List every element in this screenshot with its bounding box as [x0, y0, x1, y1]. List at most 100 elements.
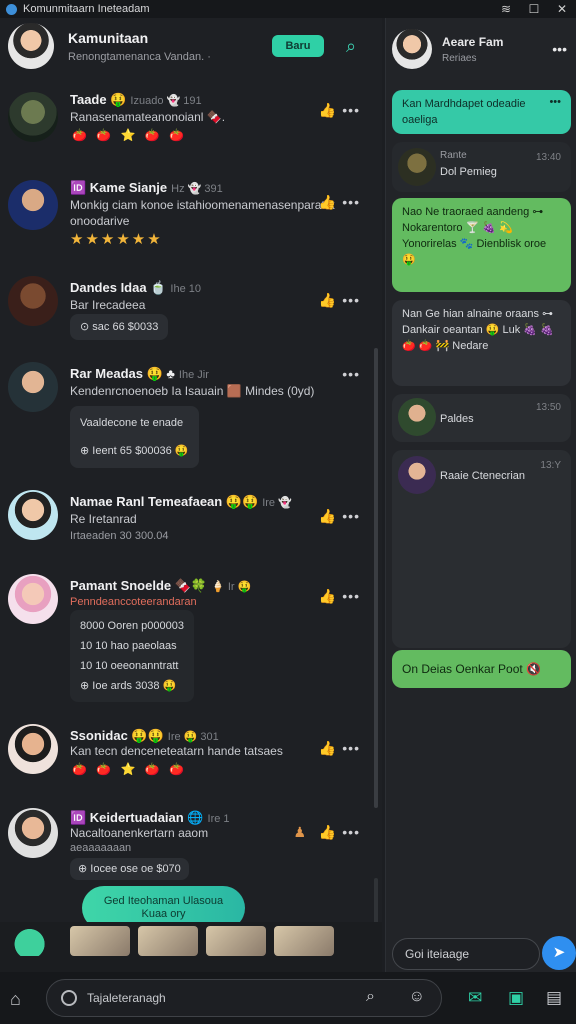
post-text: Kendenrcnoenoeb Ia Isauain 🟫 Mindes (0yd… [70, 384, 315, 398]
chat-name: Aeare Fam [442, 34, 504, 49]
sender-label: Rante [440, 150, 467, 161]
chat-subtitle: Reriaes [442, 52, 477, 64]
list-item[interactable]: Rar Meadas 🤑 ♣ Ihe Jir Kendenrcnoenoeb Ia… [0, 358, 370, 486]
send-button[interactable]: ➤ [542, 936, 576, 970]
chat-input[interactable]: Goi iteiaage [392, 938, 540, 970]
chat-message[interactable]: Paldes 13:50 [392, 394, 571, 442]
message-time: 13:40 [535, 152, 561, 163]
summary-chip[interactable]: Vaaldecone te enade ⊕ Ieent 65 $00036 🤑 [70, 406, 199, 468]
list-item[interactable]: Namae Ranl Temeafaean 🤑🤑 Ire 👻 Re Iretanr… [0, 490, 370, 576]
like-icon[interactable]: 👍 [319, 102, 336, 119]
chip-line: ⊕ Ioe ards 3038 🤑 [80, 680, 177, 692]
more-options-icon[interactable]: ••• [342, 508, 360, 524]
author-name: Rar Meadas 🤑 ♣ [70, 366, 175, 381]
sender-name: Dol Pemieg [440, 166, 497, 178]
avatar[interactable] [8, 724, 58, 774]
avatar[interactable] [8, 23, 54, 69]
avatar[interactable] [8, 490, 58, 540]
avatar[interactable] [8, 808, 58, 858]
rating-stars: ★★★★★★ [70, 231, 163, 248]
avatar[interactable] [8, 574, 58, 624]
avatar[interactable] [392, 29, 432, 69]
author-name: Ssonidac 🤑🤑 [70, 728, 164, 743]
post-text-2: aeaaaaaaan [70, 842, 132, 854]
avatar[interactable] [398, 456, 436, 494]
title-bar: Komunmitaarn Ineteadam ≋ ☐ ✕ [0, 0, 576, 18]
avatar[interactable] [8, 362, 58, 412]
post-meta: Izuado 👻 191 [130, 95, 202, 107]
like-icon[interactable]: 👍 [319, 194, 336, 211]
chat-panel: Aeare Fam Reriaes ••• Kan Mardhdapet ode… [385, 18, 576, 1024]
mic-icon[interactable] [61, 990, 77, 1006]
media-thumbnail[interactable] [274, 926, 334, 956]
media-strip [0, 922, 382, 972]
feed-panel: Kamunitaan Renongtamenanca Vandan. · Bar… [0, 18, 382, 978]
more-options-icon[interactable]: ••• [342, 588, 360, 604]
chip-line: 10 10 hao paeolaas [80, 640, 177, 652]
emoji-icon[interactable]: ☺ [409, 988, 425, 1006]
more-options-icon[interactable]: ••• [342, 366, 360, 382]
book-icon[interactable]: ▤ [546, 988, 562, 1008]
chip-line: 10 10 oeeonanntratt [80, 660, 179, 672]
media-thumbnail[interactable] [138, 926, 198, 956]
gallery-icon[interactable]: ▣ [508, 988, 524, 1008]
list-item[interactable]: Dandes Idaa 🍵 Ihe 10 Bar Irecadeea ⊙ sac … [0, 272, 370, 352]
chat-message[interactable]: On Deias Oenkar Poot 🔇 [392, 650, 571, 688]
post-text: Kan tecn denceneteatarn hande tatsaes [70, 744, 283, 758]
chat-message[interactable]: Rante Dol Pemieg 13:40 [392, 142, 571, 192]
more-options-icon[interactable]: ••• [342, 824, 360, 840]
avatar[interactable] [8, 180, 58, 230]
post-text: Nacaltoanenkertarn aaom [70, 826, 209, 840]
community-name: Kamunitaan [68, 29, 149, 46]
chat-header: Aeare Fam Reriaes ••• [386, 18, 576, 80]
community-subtitle: Renongtamenanca Vandan. · [68, 50, 211, 63]
list-item[interactable]: 🆔 Keidertuadaian 🌐 Ire 1 Nacaltoanenkerta… [0, 806, 370, 886]
list-item[interactable]: Taade 🤑 Izuado 👻 191 Ranasenamateanonoian… [0, 88, 370, 168]
list-item[interactable]: 🆔 Kame Sianje Hz 👻 391 Monkig ciam konoe … [0, 174, 370, 264]
more-options-icon[interactable]: ••• [552, 41, 567, 57]
media-thumbnail[interactable] [206, 926, 266, 956]
maximize-button[interactable]: ☐ [520, 2, 548, 16]
chat-message[interactable]: Nan Ge hian alnaine oraans ⊶ Dankair oea… [392, 300, 571, 386]
post-meta: Ihe Jir [178, 369, 209, 381]
more-options-icon[interactable]: ••• [549, 94, 561, 110]
close-button[interactable]: ✕ [548, 2, 576, 16]
search-icon[interactable]: ⌕ [366, 988, 375, 1006]
summary-chip[interactable]: ⊕ Iocee ose oe $070 [70, 858, 189, 880]
reaction-row: 🍅 🍅 ⭐ 🍅 🍅 [72, 762, 188, 776]
avatar[interactable] [8, 276, 58, 326]
avatar[interactable] [8, 92, 58, 142]
scrollbar[interactable] [374, 348, 378, 808]
chip-line: ⊕ Ieent 65 $00036 🤑 [80, 445, 189, 457]
media-thumbnail[interactable] [70, 926, 130, 956]
author-name: 🆔 Keidertuadaian 🌐 [70, 810, 204, 825]
chat-message[interactable]: Raaie Ctenecrian 13:Y [392, 450, 571, 648]
compose-input[interactable]: Tajaleteranagh ⌕ ☺ [46, 979, 442, 1017]
chat-message[interactable]: Kan Mardhdapet odeadie oaeliga ••• [392, 90, 571, 134]
like-icon[interactable]: 👍 [319, 824, 336, 841]
list-item[interactable]: Ssonidac 🤑🤑 Ire 🤑 301 Kan tecn dencenetea… [0, 722, 370, 802]
sender-name: Raaie Ctenecrian [440, 470, 525, 482]
chat-icon[interactable]: ✉ [468, 988, 482, 1008]
avatar[interactable] [398, 148, 436, 186]
like-icon[interactable]: 👍 [319, 588, 336, 605]
media-thumbnail[interactable] [8, 926, 62, 956]
more-options-icon[interactable]: ••• [342, 740, 360, 756]
wifi-icon: ≋ [500, 2, 512, 16]
list-item[interactable]: Pamant Snoelde 🍫🍀 🍦 Ir 🤑 Penndeanccoteera… [0, 572, 370, 722]
more-options-icon[interactable]: ••• [342, 194, 360, 210]
home-icon[interactable]: ⌂ [10, 989, 21, 1010]
post-timestamp: Irtaeaden 30 300.04 [70, 530, 169, 542]
new-post-button[interactable]: Baru [272, 35, 324, 57]
like-icon[interactable]: 👍 [319, 292, 336, 309]
more-options-icon[interactable]: ••• [342, 102, 360, 118]
like-icon[interactable]: 👍 [319, 508, 336, 525]
more-options-icon[interactable]: ••• [342, 292, 360, 308]
avatar[interactable] [398, 398, 436, 436]
search-icon[interactable]: ⌕ [346, 37, 364, 55]
like-icon[interactable]: 👍 [319, 740, 336, 757]
app-icon [6, 3, 17, 15]
summary-chip[interactable]: 8000 Ooren p000003 10 10 hao paeolaas 10… [70, 610, 194, 702]
chat-message[interactable]: Nao Ne traoraed aandeng ⊶ Nokarentoro 🍸 … [392, 198, 571, 292]
summary-chip[interactable]: ⊙ sac 66 $0033 [70, 314, 169, 340]
